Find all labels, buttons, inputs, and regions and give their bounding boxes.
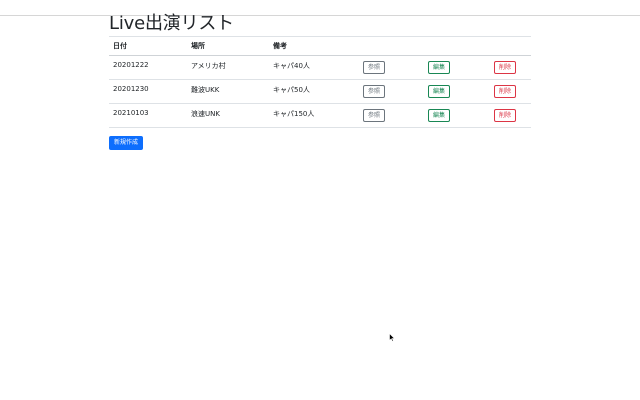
table-header: 日付 場所 備考 [109,36,531,56]
cell-place: 難波UKK [187,79,269,104]
cell-edit: 編集 [424,79,490,104]
cell-note: キャパ50人 [269,79,359,104]
table-header-row: 日付 場所 備考 [109,36,531,56]
header-empty-edit [424,36,490,56]
table-body: 20201222 アメリカ村 キャパ40人 参照 編集 削除 20201230 … [109,55,531,128]
cell-place: 浪速UNK [187,103,269,128]
edit-button[interactable]: 編集 [428,85,451,98]
header-place: 場所 [187,36,269,56]
view-button[interactable]: 参照 [363,109,386,122]
header-empty-delete [490,36,531,56]
table-row: 20201230 難波UKK キャパ50人 参照 編集 削除 [109,79,531,104]
delete-button[interactable]: 削除 [494,109,517,122]
create-new-button[interactable]: 新規作成 [109,136,144,150]
header-empty-view [359,36,424,56]
header-note: 備考 [269,36,359,56]
cell-date: 20201222 [109,55,187,80]
cell-view: 参照 [359,55,424,80]
cell-place: アメリカ村 [187,55,269,80]
delete-button[interactable]: 削除 [494,61,517,74]
mouse-pointer-icon [389,333,395,342]
cell-delete: 削除 [490,55,531,80]
table-row: 20210103 浪速UNK キャパ150人 参照 編集 削除 [109,103,531,128]
cell-date: 20201230 [109,79,187,104]
cell-date: 20210103 [109,103,187,128]
cell-edit: 編集 [424,55,490,80]
table-row: 20201222 アメリカ村 キャパ40人 参照 編集 削除 [109,55,531,80]
cell-note: キャパ150人 [269,103,359,128]
edit-button[interactable]: 編集 [428,109,451,122]
view-button[interactable]: 参照 [363,85,386,98]
cell-view: 参照 [359,79,424,104]
cell-edit: 編集 [424,103,490,128]
cell-delete: 削除 [490,103,531,128]
edit-button[interactable]: 編集 [428,61,451,74]
header-date: 日付 [109,36,187,56]
page-title: Live出演リスト [109,13,234,34]
main-container: Live出演リスト 日付 場所 備考 20201222 アメリカ村 キャパ40人… [109,14,531,150]
view-button[interactable]: 参照 [363,61,386,74]
cell-delete: 削除 [490,79,531,104]
delete-button[interactable]: 削除 [494,85,517,98]
cell-note: キャパ40人 [269,55,359,80]
live-list-table: 日付 場所 備考 20201222 アメリカ村 キャパ40人 参照 編集 削除 … [109,36,531,128]
cell-view: 参照 [359,103,424,128]
